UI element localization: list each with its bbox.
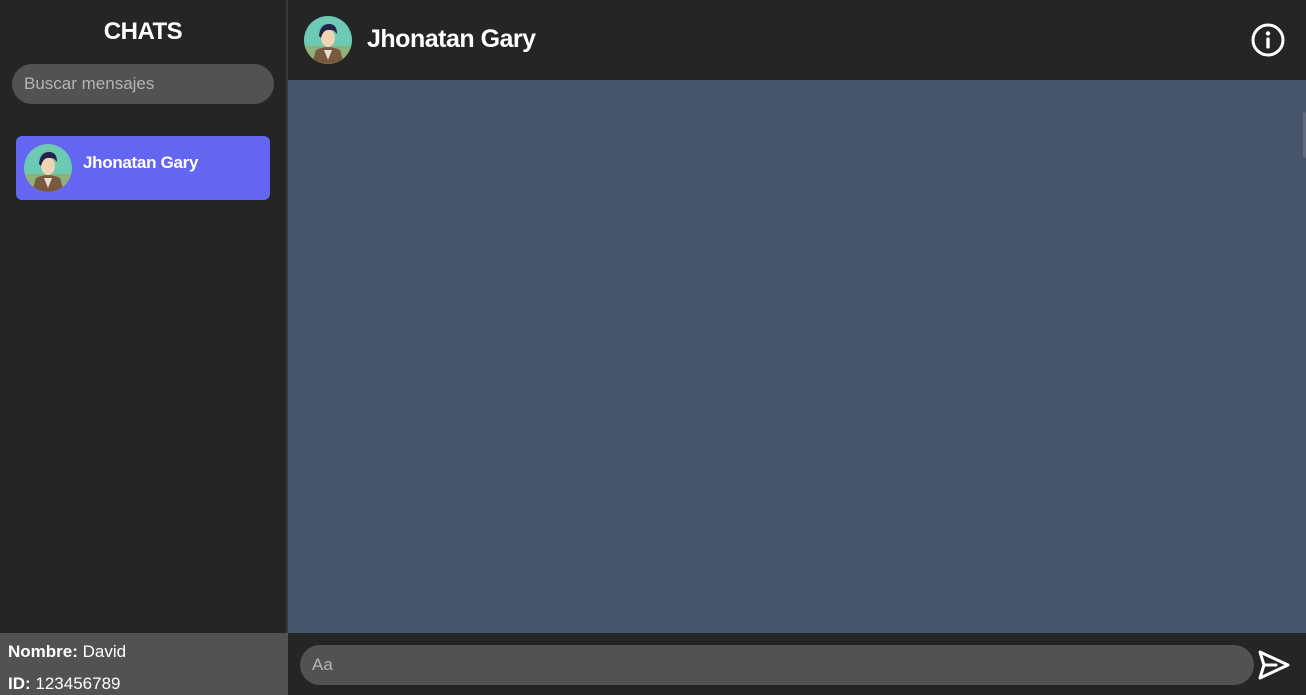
- message-composer: [288, 633, 1306, 695]
- search-input[interactable]: [12, 64, 274, 104]
- sidebar: CHATS Jhonatan Gary Nombre: Da: [0, 0, 288, 695]
- user-id-label: ID:: [8, 674, 31, 693]
- current-user-info: Nombre: David ID: 123456789: [0, 633, 288, 695]
- user-name-line: Nombre: David: [8, 642, 126, 662]
- avatar[interactable]: [304, 16, 352, 64]
- contact-name: Jhonatan Gary: [367, 25, 536, 53]
- chat-app: CHATS Jhonatan Gary Nombre: Da: [0, 0, 1306, 695]
- chat-header: Jhonatan Gary: [288, 0, 1306, 80]
- sidebar-title: CHATS: [103, 18, 183, 45]
- avatar: [24, 144, 72, 192]
- message-input[interactable]: [300, 645, 1254, 685]
- chat-item-name: Jhonatan Gary: [83, 153, 199, 172]
- messages-area[interactable]: [288, 80, 1306, 633]
- user-name-label: Nombre:: [8, 642, 78, 661]
- send-icon[interactable]: [1256, 647, 1292, 683]
- user-id-line: ID: 123456789: [8, 674, 121, 694]
- info-circle-icon[interactable]: [1250, 22, 1286, 58]
- user-id-value: 123456789: [30, 674, 121, 693]
- user-name-value: David: [77, 642, 127, 661]
- chat-item-jhonatan-gary[interactable]: Jhonatan Gary: [16, 136, 270, 200]
